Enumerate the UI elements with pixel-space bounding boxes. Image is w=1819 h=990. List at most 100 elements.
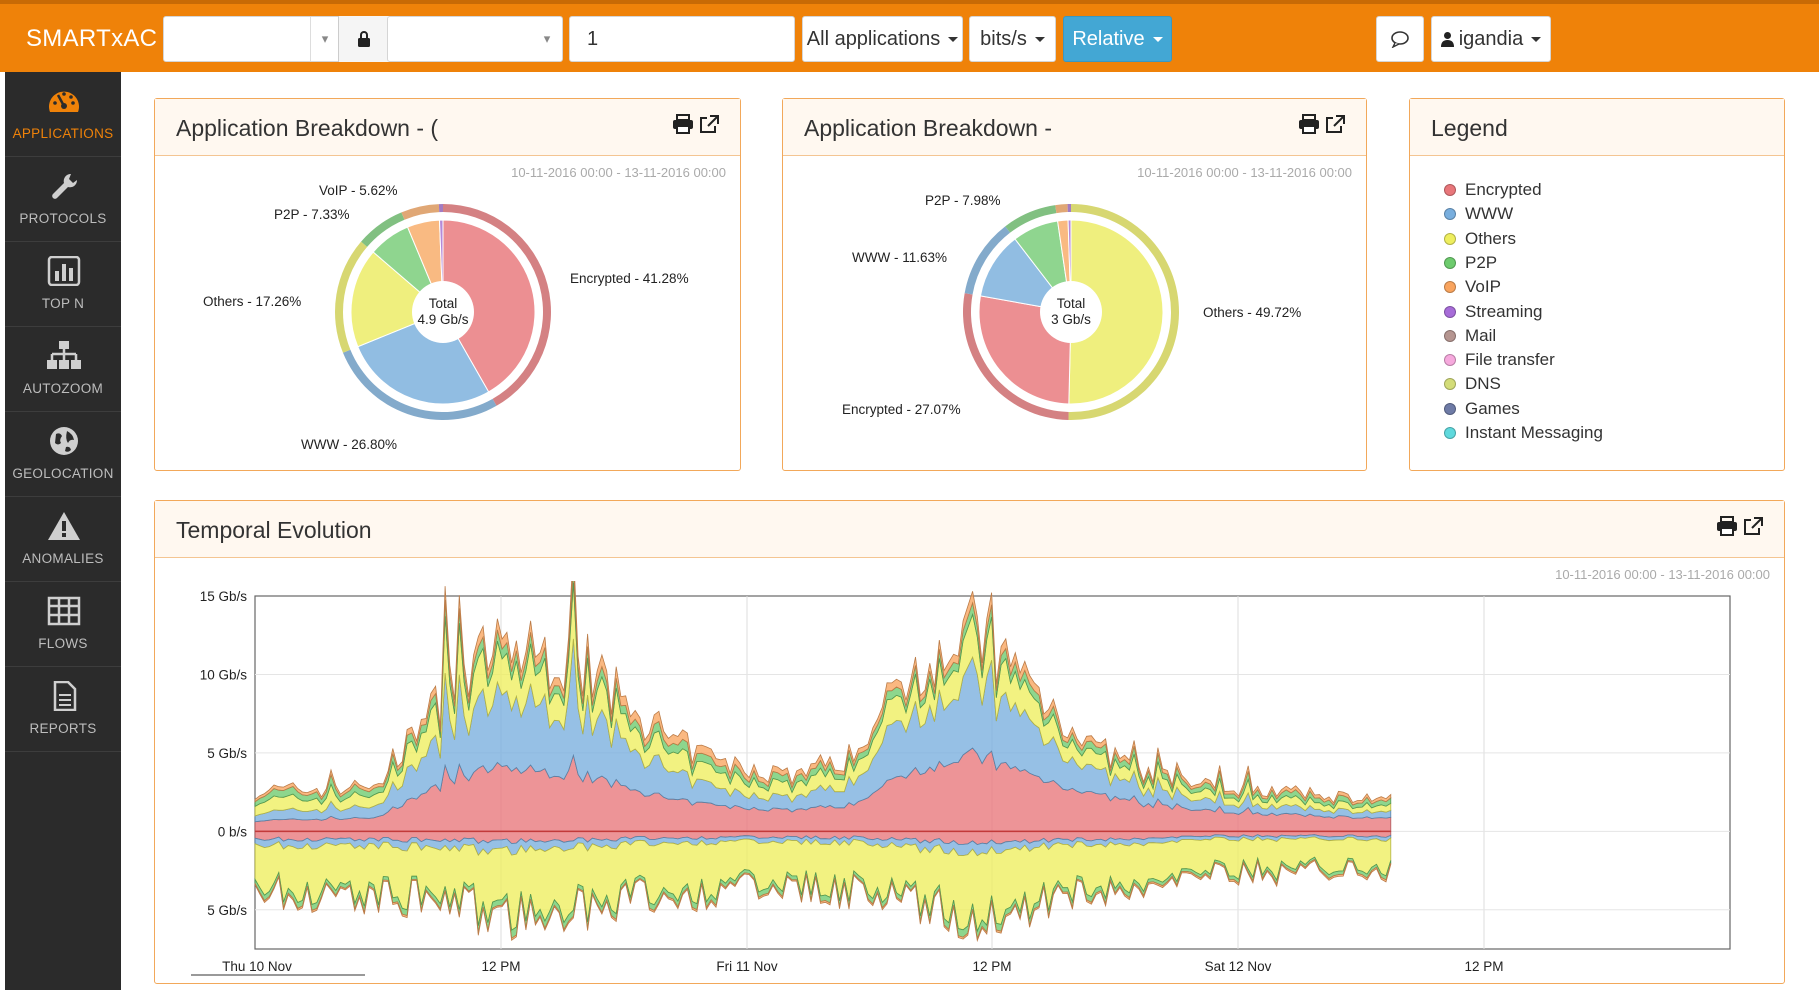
legend-swatch: [1444, 305, 1456, 318]
breakdown-panel-2: Application Breakdown - 10-11-2016 00:00…: [782, 98, 1367, 471]
donut-label-encrypted: Encrypted - 41.28%: [570, 271, 689, 286]
legend-swatch: [1444, 354, 1456, 367]
link-selector-2[interactable]: ▾: [387, 16, 563, 62]
donut-ring: Total3 Gb/s: [963, 204, 1180, 420]
caret-down-icon: [1152, 36, 1163, 42]
legend-item[interactable]: File transfer: [1444, 350, 1555, 370]
donut-center-value: 3 Gb/s: [1051, 312, 1091, 327]
x-axis-tick-label: 12 PM: [972, 959, 1011, 974]
sidebar-item-protocols[interactable]: PROTOCOLS: [5, 157, 121, 242]
file-icon: [53, 681, 77, 711]
legend-swatch: [1444, 184, 1456, 196]
y-axis-tick-label: 10 Gb/s: [200, 667, 248, 682]
legend-label: Instant Messaging: [1465, 423, 1603, 442]
external-link-icon[interactable]: [1742, 516, 1764, 536]
filter-input[interactable]: 1: [569, 16, 795, 62]
donut-label-www: WWW - 11.63%: [852, 250, 947, 265]
lock-button[interactable]: [338, 16, 390, 62]
panel-title: Application Breakdown -: [804, 115, 1053, 141]
sidebar-item-top-n[interactable]: TOP N: [5, 242, 121, 327]
brand-logo[interactable]: SMARTxAC: [26, 25, 157, 53]
legend-item[interactable]: P2P: [1444, 253, 1497, 273]
y-axis-tick-label: 5 Gb/s: [207, 903, 247, 918]
chevron-down-icon: ▾: [543, 31, 551, 46]
legend-item[interactable]: Encrypted: [1444, 180, 1542, 200]
sidebar-item-label: TOP N: [41, 296, 85, 311]
mode-dropdown[interactable]: Relative: [1063, 16, 1172, 62]
donut-label-voip: VoIP - 5.62%: [319, 183, 398, 198]
caret-down-icon: [1034, 36, 1045, 42]
warning-icon: [48, 512, 80, 540]
mode-dropdown-label: Relative: [1072, 27, 1145, 50]
panel-header: Application Breakdown - (: [155, 99, 740, 156]
print-icon[interactable]: [1716, 516, 1738, 536]
donut-ring: Total4.9 Gb/s: [335, 204, 551, 420]
donut-label-p2p: P2P - 7.98%: [925, 193, 1001, 208]
sidebar-item-label: GEOLOCATION: [12, 466, 114, 481]
chevron-down-icon: ▾: [310, 17, 339, 61]
globe-icon: [50, 427, 78, 455]
external-link-icon[interactable]: [1324, 114, 1346, 134]
donut-label-encrypted: Encrypted - 27.07%: [842, 402, 961, 417]
external-link-icon[interactable]: [698, 114, 720, 134]
wrench-icon: [52, 173, 78, 199]
legend-item[interactable]: Games: [1444, 399, 1520, 419]
legend-swatch: [1444, 378, 1456, 391]
legend-swatch: [1444, 281, 1456, 294]
sidebar-item-label: AUTOZOOM: [22, 381, 104, 396]
legend-label: Mail: [1465, 325, 1497, 345]
donut-outer-ring-segment: [438, 204, 443, 213]
legend-item[interactable]: VoIP: [1444, 277, 1501, 297]
print-icon[interactable]: [672, 114, 694, 134]
redacted-field: [398, 27, 523, 51]
applications-dropdown-label: All applications: [806, 27, 941, 50]
legend-label: Streaming: [1465, 301, 1543, 321]
bar-chart-icon: [47, 256, 81, 286]
breakdown-donut-chart-2: Total3 Gb/s P2P - 7.98% WWW - 11.63% Oth…: [842, 193, 1301, 420]
legend-label: Encrypted: [1465, 180, 1542, 199]
top-navbar: SMARTxAC ▾ ▾ 1 All applications bits/s R…: [0, 0, 1819, 72]
messages-button[interactable]: [1376, 16, 1424, 62]
user-menu[interactable]: igandia: [1431, 16, 1551, 62]
sidebar-item-autozoom[interactable]: AUTOZOOM: [5, 327, 121, 412]
legend-item[interactable]: Mail: [1444, 326, 1496, 346]
legend-item[interactable]: Others: [1444, 229, 1516, 249]
sidebar-item-flows[interactable]: FLOWS: [5, 582, 121, 667]
y-axis-tick-label: 5 Gb/s: [207, 746, 247, 761]
breakdown-panel-1: Application Breakdown - ( 10-11-2016 00:…: [154, 98, 741, 471]
table-icon: [47, 596, 81, 626]
panel-title: Temporal Evolution: [176, 517, 372, 543]
donut-label-others: Others - 49.72%: [1203, 305, 1301, 320]
legend-swatch: [1444, 232, 1456, 245]
sidebar-item-anomalies[interactable]: ANOMALIES: [5, 497, 121, 582]
legend-item[interactable]: Instant Messaging: [1444, 423, 1603, 443]
donut-outer-ring-segment: [1055, 204, 1068, 214]
panel-header: Application Breakdown -: [783, 99, 1366, 156]
date-range: 10-11-2016 00:00 - 13-11-2016 00:00: [1555, 567, 1770, 582]
legend-item[interactable]: WWW: [1444, 204, 1513, 224]
y-axis-tick-label: 0 b/s: [218, 824, 248, 839]
x-axis-tick-label: 12 PM: [1464, 959, 1503, 974]
panel-header: Legend: [1410, 99, 1784, 156]
link-selector[interactable]: ▾: [163, 16, 390, 62]
applications-dropdown[interactable]: All applications: [802, 16, 963, 62]
panel-tools: [672, 114, 720, 134]
print-icon[interactable]: [1298, 114, 1320, 134]
sidebar-item-reports[interactable]: REPORTS: [5, 667, 121, 752]
legend-label: VoIP: [1465, 277, 1501, 297]
lock-icon: [358, 31, 370, 47]
sidebar-item-label: REPORTS: [29, 721, 97, 736]
x-axis-tick-label: Fri 11 Nov: [716, 959, 778, 974]
legend-item[interactable]: Streaming: [1444, 302, 1542, 322]
caret-down-icon: [948, 36, 959, 42]
legend-item[interactable]: DNS: [1444, 374, 1501, 394]
units-dropdown[interactable]: bits/s: [969, 16, 1056, 62]
legend-label: DNS: [1465, 374, 1501, 394]
user-name: igandia: [1458, 27, 1524, 50]
temporal-area-chart: 15 Gb/s 10 Gb/s 5 Gb/s 0 b/s 5 Gb/s Thu 10 No…: [191, 581, 1731, 976]
sidebar-item-applications[interactable]: APPLICATIONS: [5, 72, 121, 157]
donut-center-label: Total: [1057, 296, 1086, 311]
breakdown-donut-chart-1: Total4.9 Gb/s VoIP - 5.62% P2P - 7.33% O…: [203, 183, 689, 452]
sidebar-item-geolocation[interactable]: GEOLOCATION: [5, 412, 121, 497]
legend-label: File transfer: [1465, 350, 1555, 370]
